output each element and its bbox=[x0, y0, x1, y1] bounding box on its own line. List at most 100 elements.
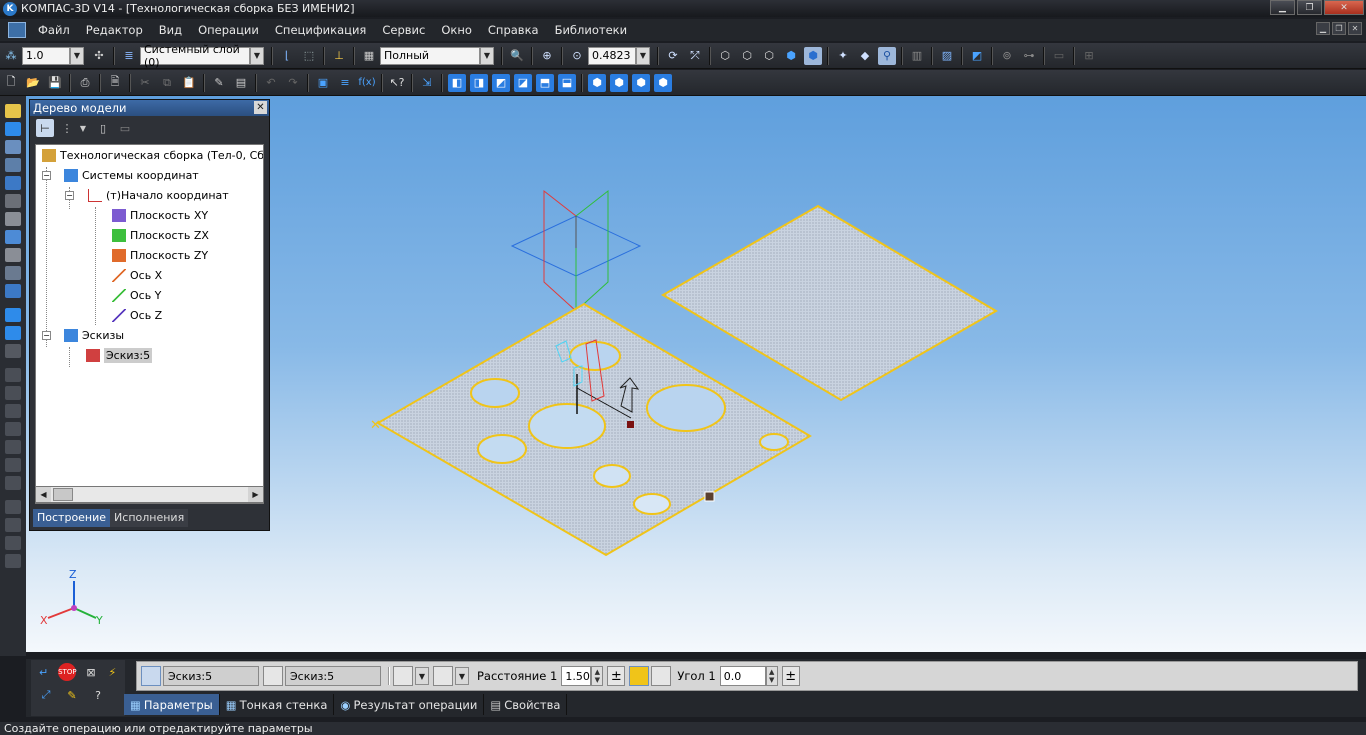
part-icon[interactable]: ▭ bbox=[1050, 47, 1068, 65]
tree-coord-systems[interactable]: Системы координат bbox=[64, 166, 199, 184]
menu-operations[interactable]: Операции bbox=[190, 23, 267, 37]
scroll-thumb[interactable] bbox=[53, 488, 73, 501]
assembly-icon[interactable]: ⊞ bbox=[1080, 47, 1098, 65]
zoom-field[interactable]: 0.4823 bbox=[588, 46, 636, 65]
tree-origin[interactable]: (т)Начало координат bbox=[88, 186, 229, 204]
tool-disabled-10-icon[interactable] bbox=[5, 518, 21, 532]
view-iso-icon[interactable]: ⬢ bbox=[588, 73, 606, 92]
shaded-edges-icon[interactable]: ⬢ bbox=[804, 46, 822, 65]
hidden-lines-icon[interactable]: ⬡ bbox=[738, 47, 756, 65]
arrays-icon[interactable] bbox=[5, 176, 21, 190]
select-icon[interactable]: ⇲ bbox=[418, 74, 436, 92]
view-front-icon[interactable]: ◧ bbox=[448, 73, 466, 92]
spatial-curves-icon[interactable] bbox=[5, 140, 21, 154]
stop-icon[interactable]: STOP bbox=[58, 663, 77, 681]
tree-order-icon[interactable]: ⋮ bbox=[58, 119, 76, 137]
doc-restore-button[interactable]: ❐ bbox=[1332, 22, 1346, 35]
open-file-icon[interactable]: 📂 bbox=[24, 74, 42, 92]
distance-input[interactable]: 1.50 bbox=[561, 666, 592, 686]
tab-parameters[interactable]: ▦ Параметры bbox=[124, 694, 220, 715]
lightning-icon[interactable]: ⚡ bbox=[106, 663, 119, 681]
step-field[interactable]: 1.0 bbox=[22, 46, 70, 65]
distance-spinner[interactable]: ▲ ▼ bbox=[591, 666, 604, 686]
create-object-icon[interactable]: ↵ bbox=[37, 663, 50, 681]
draft-outward-icon[interactable] bbox=[629, 666, 650, 686]
undo-icon[interactable]: ↶ bbox=[262, 74, 280, 92]
copy-icon[interactable]: ⧉ bbox=[158, 74, 176, 92]
plate-right[interactable] bbox=[661, 204, 998, 402]
table-icon[interactable]: ▤ bbox=[232, 74, 250, 92]
dimensions-icon[interactable] bbox=[5, 212, 21, 226]
tab-properties[interactable]: ▤ Свойства bbox=[484, 694, 568, 715]
menu-specification[interactable]: Спецификация bbox=[267, 23, 374, 37]
layer-dropdown[interactable]: ▼ bbox=[250, 46, 264, 65]
angle-input[interactable]: 0.0 bbox=[719, 666, 766, 686]
expand-sketches-toggle[interactable]: − bbox=[42, 331, 51, 340]
tab-executions[interactable]: Исполнения bbox=[110, 509, 189, 527]
sketch-select-icon[interactable] bbox=[141, 666, 161, 686]
scroll-left-button[interactable]: ◀ bbox=[36, 487, 51, 502]
view-top-icon[interactable]: ⬒ bbox=[536, 73, 554, 92]
specification-icon[interactable] bbox=[5, 248, 21, 262]
tree-sketches[interactable]: Эскизы bbox=[64, 326, 124, 344]
tree-doc-icon[interactable]: ▯ bbox=[94, 119, 112, 137]
edit-details-icon[interactable] bbox=[5, 122, 21, 136]
coordinate-icon[interactable]: ⊥ bbox=[330, 47, 348, 65]
doc-minimize-button[interactable]: ▁ bbox=[1316, 22, 1330, 35]
paste-icon[interactable]: 📋 bbox=[180, 74, 198, 92]
view-normal-icon[interactable]: ⬢ bbox=[632, 73, 650, 92]
tool-disabled-6-icon[interactable] bbox=[5, 440, 21, 454]
filter-icon[interactable]: ⚲ bbox=[878, 46, 896, 65]
grid-icon[interactable]: ✣ bbox=[90, 47, 108, 65]
tab-build[interactable]: Построение bbox=[33, 509, 111, 527]
preview-icon[interactable]: 🗎 bbox=[106, 74, 124, 92]
tab-operation-result[interactable]: ◉ Результат операции bbox=[334, 694, 485, 715]
hole-4[interactable] bbox=[528, 403, 606, 449]
step-dropdown[interactable]: ▼ bbox=[70, 46, 84, 65]
tree-root[interactable]: Технологическая сборка (Тел-0, Сборс bbox=[42, 146, 263, 164]
hole-1[interactable] bbox=[569, 341, 621, 371]
tree-axis-y[interactable]: Ось Y bbox=[112, 286, 161, 304]
hatch-icon[interactable]: ▨ bbox=[938, 47, 956, 65]
tool-disabled-12-icon[interactable] bbox=[5, 554, 21, 568]
print-icon[interactable]: ⎙ bbox=[76, 74, 94, 92]
view-bottom-icon[interactable]: ⬓ bbox=[558, 73, 576, 92]
view-dimetric-icon[interactable]: ⬢ bbox=[610, 73, 628, 92]
sketch-b-field[interactable]: Эскиз:5 bbox=[285, 666, 381, 686]
handle-icon[interactable] bbox=[704, 491, 715, 502]
edit-icon[interactable]: ✎ bbox=[63, 686, 81, 704]
zoom-scale-icon[interactable]: ⊙ bbox=[568, 47, 586, 65]
format-brush-icon[interactable]: ✎ bbox=[210, 74, 228, 92]
menu-view[interactable]: Вид bbox=[151, 23, 190, 37]
perspective-icon[interactable]: ✦ bbox=[834, 47, 852, 65]
menu-window[interactable]: Окно bbox=[433, 23, 480, 37]
hole-5[interactable] bbox=[477, 434, 527, 464]
tree-structure-icon[interactable]: ⊢ bbox=[36, 119, 54, 137]
reports-icon[interactable] bbox=[5, 266, 21, 280]
tool-disabled-5-icon[interactable] bbox=[5, 422, 21, 436]
measure-icon[interactable]: ⊚ bbox=[998, 47, 1016, 65]
hole-3[interactable] bbox=[646, 384, 726, 432]
tool-disabled-9-icon[interactable] bbox=[5, 500, 21, 514]
menu-file[interactable]: Файл bbox=[30, 23, 78, 37]
auxiliary-geometry-icon[interactable] bbox=[5, 194, 21, 208]
hole-8[interactable] bbox=[633, 493, 671, 515]
tool-disabled-1-icon[interactable] bbox=[5, 344, 21, 358]
tree-axis-x[interactable]: Ось X bbox=[112, 266, 162, 284]
close-tree-button[interactable]: ✕ bbox=[254, 101, 267, 114]
tab-thin-wall[interactable]: ▦ Тонкая стенка bbox=[220, 694, 335, 715]
weld-icon[interactable] bbox=[5, 326, 21, 340]
filters-icon[interactable] bbox=[5, 230, 21, 244]
expand-origin-toggle[interactable]: − bbox=[65, 191, 74, 200]
properties-toggle-icon[interactable]: ▥ bbox=[908, 47, 926, 65]
zoom-fit-icon[interactable]: ⊕ bbox=[538, 47, 556, 65]
new-file-icon[interactable]: 🗋 bbox=[2, 74, 20, 92]
expand-coord-toggle[interactable]: − bbox=[42, 171, 51, 180]
tree-sketch5[interactable]: Эскиз:5 bbox=[86, 346, 153, 364]
thin-hidden-icon[interactable]: ⬡ bbox=[760, 47, 778, 65]
surfaces-icon[interactable] bbox=[5, 158, 21, 172]
sketch-tool-icon[interactable] bbox=[5, 104, 21, 118]
zoom-dropdown[interactable]: ▼ bbox=[636, 46, 650, 65]
orient-icon[interactable]: ⬚ bbox=[300, 47, 318, 65]
doc-close-button[interactable]: ✕ bbox=[1348, 22, 1362, 35]
